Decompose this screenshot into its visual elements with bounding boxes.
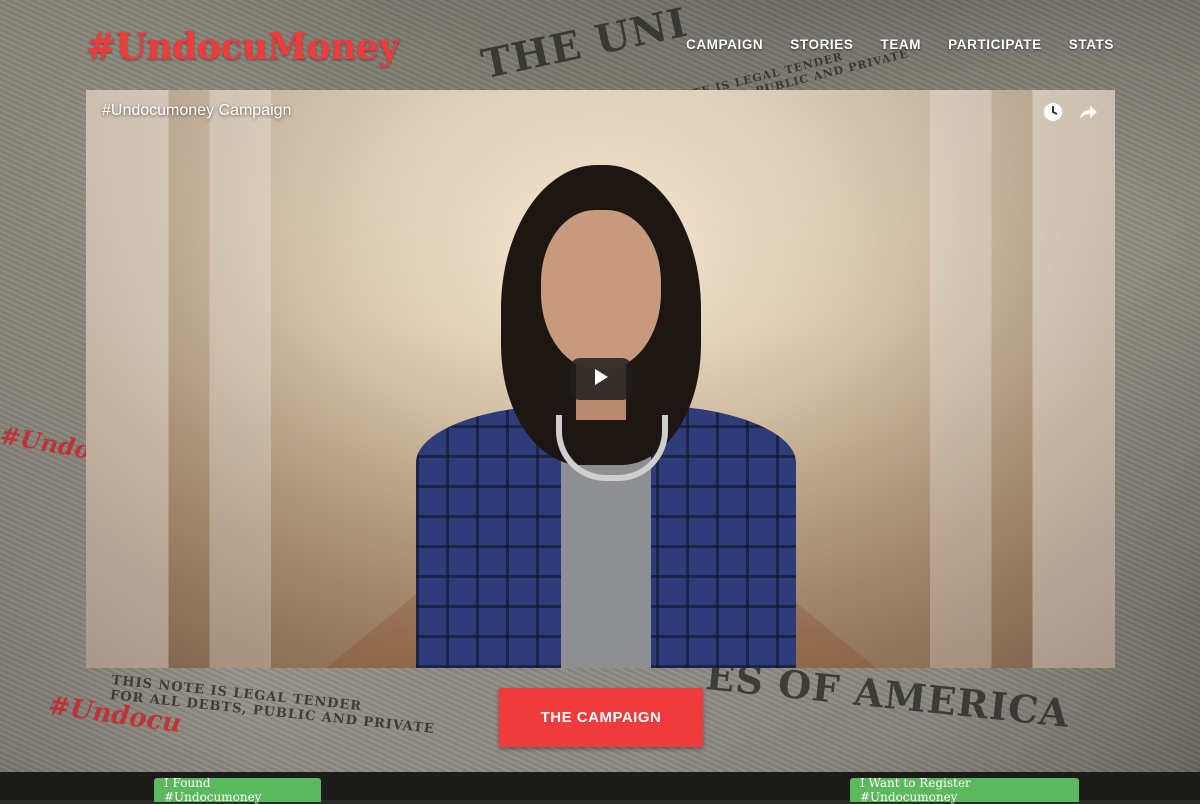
nav-stats[interactable]: STATS	[1069, 37, 1114, 52]
nav-campaign[interactable]: CAMPAIGN	[686, 37, 763, 52]
site-logo[interactable]: #UndocuMoney	[86, 26, 399, 68]
nav-stories[interactable]: STORIES	[790, 37, 853, 52]
site-header: #UndocuMoney CAMPAIGN STORIES TEAM PARTI…	[0, 0, 1200, 90]
nav-team[interactable]: TEAM	[880, 37, 921, 52]
video-actions	[1043, 102, 1099, 122]
found-undocumoney-button[interactable]: I Found #Undocumoney	[154, 776, 321, 804]
clock-icon[interactable]	[1043, 102, 1063, 122]
video-player[interactable]: #Undocumoney Campaign	[86, 90, 1115, 668]
main-nav: CAMPAIGN STORIES TEAM PARTICIPATE STATS	[686, 37, 1114, 52]
register-undocumoney-button[interactable]: I Want to Register #Undocumoney	[850, 776, 1079, 804]
video-speaker	[416, 165, 796, 668]
play-button[interactable]	[570, 358, 632, 400]
the-campaign-button[interactable]: THE CAMPAIGN	[499, 688, 703, 747]
video-title[interactable]: #Undocumoney Campaign	[102, 102, 291, 120]
play-icon	[592, 368, 610, 391]
speaker-face	[541, 210, 661, 370]
share-icon[interactable]	[1079, 102, 1099, 122]
nav-participate[interactable]: PARTICIPATE	[948, 37, 1042, 52]
